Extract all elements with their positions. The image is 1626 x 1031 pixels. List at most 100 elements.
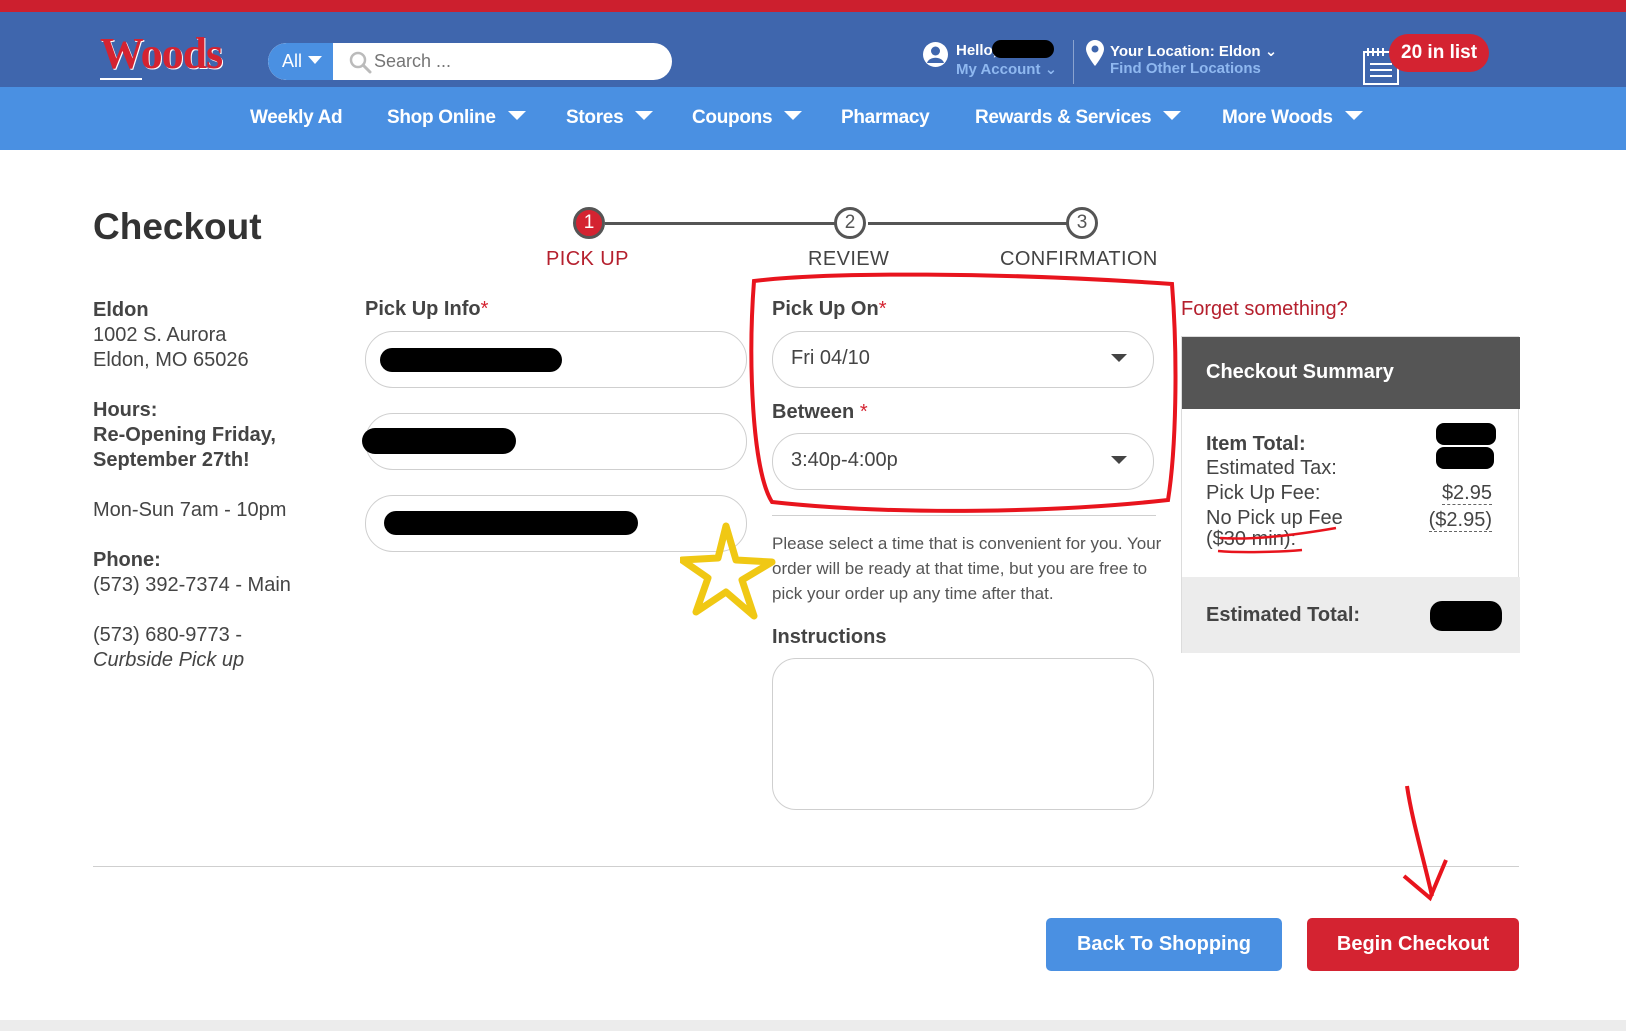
search-bar: All bbox=[268, 43, 672, 80]
pickup-email-field[interactable] bbox=[365, 495, 747, 552]
store-info: Eldon 1002 S. Aurora Eldon, MO 65026 Hou… bbox=[93, 298, 291, 673]
pickup-time-hint: Please select a time that is convenient … bbox=[772, 534, 1162, 603]
begin-checkout-button[interactable]: Begin Checkout bbox=[1307, 918, 1519, 971]
nav-stores-label: Stores bbox=[566, 107, 624, 128]
forget-something-link[interactable]: Forget something? bbox=[1181, 298, 1348, 321]
search-icon bbox=[349, 51, 372, 74]
chevron-down-icon bbox=[507, 111, 526, 120]
chevron-down-icon bbox=[1111, 354, 1127, 362]
estimated-total-row: Estimated Total: bbox=[1182, 577, 1520, 653]
step-2-label: REVIEW bbox=[808, 248, 890, 270]
pickup-fee-label: Pick Up Fee: bbox=[1206, 482, 1321, 504]
phone-label: Phone: bbox=[93, 549, 161, 571]
curbside-label: Curbside Pick up bbox=[93, 649, 245, 671]
search-scope-dropdown[interactable]: All bbox=[268, 43, 333, 80]
nav-shop-online-label: Shop Online bbox=[387, 107, 496, 128]
your-location-label[interactable]: Your Location: Eldon ⌄ bbox=[1110, 42, 1277, 60]
instructions-textarea[interactable] bbox=[772, 658, 1154, 810]
step-2-marker: 2 bbox=[834, 207, 866, 239]
no-pickup-fee-value: ($2.95) bbox=[1428, 509, 1492, 532]
pickup-time-select[interactable]: 3:40p-4:00p bbox=[772, 433, 1154, 490]
item-total-label: Item Total: bbox=[1206, 433, 1306, 455]
site-header: Woods All Hello, My Account ⌄ Your Locat… bbox=[0, 12, 1626, 87]
step-connector bbox=[868, 222, 1068, 225]
divider bbox=[93, 866, 1519, 867]
between-label-text: Between bbox=[772, 401, 855, 423]
pickup-on-label: Pick Up On* bbox=[772, 298, 887, 321]
step-1-marker: 1 bbox=[573, 207, 605, 239]
redacted-item-total bbox=[1436, 423, 1496, 445]
my-account-label: My Account bbox=[956, 61, 1041, 78]
pickup-date-value: Fri 04/10 bbox=[791, 347, 870, 369]
search-scope-label: All bbox=[282, 51, 303, 71]
header-divider bbox=[1073, 40, 1074, 84]
pickup-time-value: 3:40p-4:00p bbox=[791, 449, 898, 471]
pickup-date-select[interactable]: Fri 04/10 bbox=[772, 331, 1154, 388]
pickup-name-field[interactable] bbox=[365, 331, 747, 388]
no-pickup-fee-amount: ($2.95) bbox=[1428, 509, 1492, 532]
main-nav: Weekly Ad Shop Online Stores Coupons Pha… bbox=[0, 87, 1626, 150]
pickup-info-label-text: Pick Up Info bbox=[365, 298, 481, 320]
store-name: Eldon bbox=[93, 299, 149, 321]
checkout-summary-title: Checkout Summary bbox=[1182, 337, 1520, 409]
required-mark: * bbox=[859, 401, 868, 423]
reopening-notice-line2: September 27th! bbox=[93, 449, 250, 471]
chevron-down-icon bbox=[784, 111, 803, 120]
phone-main: (573) 392-7374 - Main bbox=[93, 574, 291, 596]
location-pin-icon bbox=[1086, 40, 1104, 66]
list-count-badge[interactable]: 20 in list bbox=[1389, 34, 1490, 72]
no-pickup-fee-label: No Pick up Fee bbox=[1206, 507, 1343, 529]
chevron-down-icon bbox=[308, 56, 323, 64]
pickup-fee-value: $2.95 bbox=[1441, 482, 1492, 505]
nav-coupons[interactable]: Coupons bbox=[692, 107, 803, 129]
back-to-shopping-button[interactable]: Back To Shopping bbox=[1046, 918, 1282, 971]
nav-weekly-ad[interactable]: Weekly Ad bbox=[250, 107, 343, 129]
search-input[interactable] bbox=[374, 43, 664, 80]
redacted-username bbox=[992, 40, 1054, 58]
nav-stores[interactable]: Stores bbox=[566, 107, 654, 129]
store-address-line2: Eldon, MO 65026 bbox=[93, 349, 249, 371]
step-connector bbox=[605, 222, 838, 225]
step-3-label: CONFIRMATION bbox=[1000, 248, 1158, 270]
footer-strip bbox=[0, 1020, 1626, 1031]
required-mark: * bbox=[878, 298, 887, 320]
nav-more-woods[interactable]: More Woods bbox=[1222, 107, 1363, 129]
redacted-value bbox=[362, 428, 516, 454]
chevron-down-icon bbox=[1163, 111, 1182, 120]
chevron-down-icon bbox=[1111, 456, 1127, 464]
find-other-locations-link[interactable]: Find Other Locations bbox=[1110, 60, 1261, 77]
checkout-summary-panel: Checkout Summary Item Total: Estimated T… bbox=[1181, 336, 1520, 653]
pickup-phone-field[interactable] bbox=[362, 413, 747, 470]
my-account-link[interactable]: My Account ⌄ bbox=[956, 60, 1057, 78]
page-title: Checkout bbox=[93, 206, 262, 247]
nav-weekly-ad-label: Weekly Ad bbox=[250, 107, 343, 128]
reopening-notice-line1: Re-Opening Friday, bbox=[93, 424, 276, 446]
redacted-tax bbox=[1436, 447, 1494, 469]
between-label: Between * bbox=[772, 401, 868, 424]
logo-cart-icon bbox=[100, 72, 142, 80]
step-3-marker: 3 bbox=[1066, 207, 1098, 239]
chevron-down-icon bbox=[1344, 111, 1363, 120]
top-red-stripe bbox=[0, 0, 1626, 12]
store-hours: Mon-Sun 7am - 10pm bbox=[93, 499, 287, 521]
location-text: Your Location: Eldon bbox=[1110, 43, 1261, 60]
nav-pharmacy-label: Pharmacy bbox=[841, 107, 930, 128]
account-greeting: Hello, bbox=[956, 42, 997, 59]
pickup-on-label-text: Pick Up On bbox=[772, 298, 879, 320]
nav-rewards-services[interactable]: Rewards & Services bbox=[975, 107, 1182, 129]
estimated-tax-label: Estimated Tax: bbox=[1206, 457, 1337, 479]
redacted-value bbox=[384, 511, 638, 535]
nav-shop-online[interactable]: Shop Online bbox=[387, 107, 526, 129]
nav-more-woods-label: More Woods bbox=[1222, 107, 1333, 128]
nav-rewards-label: Rewards & Services bbox=[975, 107, 1152, 128]
user-avatar-icon bbox=[923, 42, 948, 67]
instructions-label: Instructions bbox=[772, 626, 887, 648]
nav-coupons-label: Coupons bbox=[692, 107, 773, 128]
step-1-label: PICK UP bbox=[546, 248, 629, 270]
chevron-down-icon bbox=[635, 111, 654, 120]
pickup-info-label: Pick Up Info* bbox=[365, 298, 488, 321]
redacted-value bbox=[380, 348, 562, 372]
redacted-estimated-total bbox=[1430, 601, 1502, 631]
phone-curbside: (573) 680-9773 - bbox=[93, 624, 242, 646]
nav-pharmacy[interactable]: Pharmacy bbox=[841, 107, 930, 129]
